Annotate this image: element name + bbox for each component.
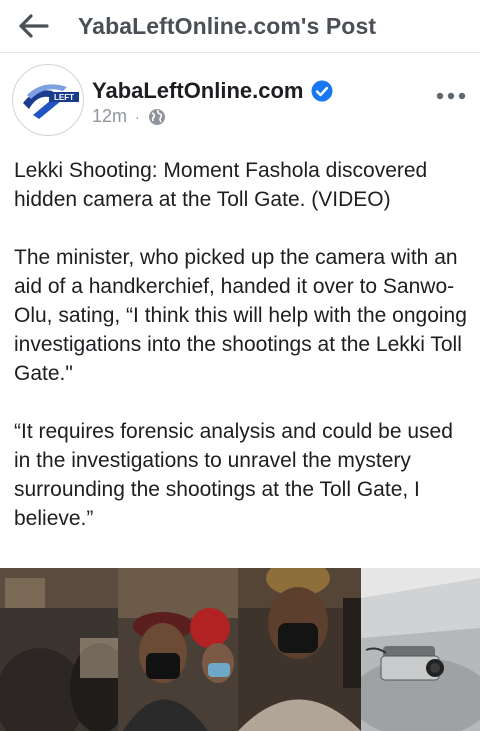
- page-logo: LEFT: [14, 66, 82, 134]
- video-frame-2: [118, 568, 238, 731]
- author-row: YabaLeftOnline.com: [92, 78, 333, 104]
- globe-icon: [148, 108, 166, 126]
- post-paragraph-headline: Lekki Shooting: Moment Fashola discovere…: [14, 159, 439, 211]
- meta-separator: ·: [135, 108, 140, 125]
- post-paragraph-quote-1: The minister, who picked up the camera w…: [14, 246, 473, 385]
- page-avatar[interactable]: LEFT: [12, 64, 84, 136]
- video-frame-4: [361, 568, 480, 731]
- post-meta: 12m ·: [92, 106, 166, 127]
- video-frame-3: [238, 568, 361, 731]
- verified-badge-icon: [311, 80, 333, 102]
- post-video[interactable]: [0, 568, 480, 731]
- post-timestamp[interactable]: 12m: [92, 106, 127, 127]
- author-name[interactable]: YabaLeftOnline.com: [92, 78, 304, 104]
- post-text: Lekki Shooting: Moment Fashola discovere…: [14, 156, 470, 562]
- avatar-logo-text: LEFT: [54, 93, 74, 102]
- more-options-icon: [436, 92, 466, 100]
- back-button[interactable]: [4, 4, 64, 48]
- post-paragraph-quote-2: “It requires forensic analysis and could…: [14, 420, 459, 530]
- more-options-button[interactable]: [434, 84, 468, 108]
- post-header: LEFT YabaLeftOnline.com 12m ·: [12, 64, 468, 144]
- page-title: YabaLeftOnline.com's Post: [78, 12, 377, 39]
- top-bar: YabaLeftOnline.com's Post: [0, 0, 480, 53]
- back-arrow-icon: [19, 14, 49, 38]
- video-frame-1: [0, 568, 118, 731]
